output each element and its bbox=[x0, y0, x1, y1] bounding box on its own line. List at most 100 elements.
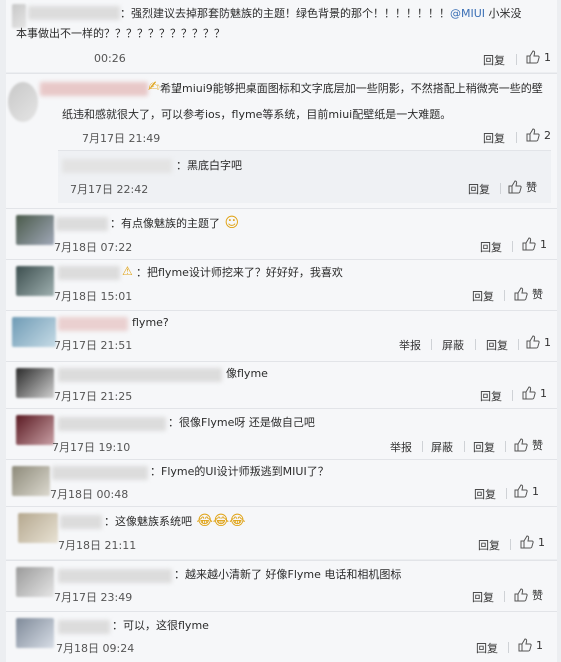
reply-button[interactable]: 回复 bbox=[472, 589, 494, 605]
weibo-comment-list: { "comments": [ { "text_prefix": "：强烈建议去… bbox=[0, 0, 561, 662]
reply-button[interactable]: 回复 bbox=[483, 52, 505, 68]
comment-time: 7月18日 00:48 bbox=[50, 488, 129, 501]
reply-button[interactable]: 回复 bbox=[472, 288, 494, 304]
separator bbox=[516, 132, 517, 143]
like-button[interactable]: 1 bbox=[514, 484, 540, 498]
comment-time: 00:26 bbox=[94, 52, 126, 65]
reply-button[interactable]: 回复 bbox=[480, 388, 502, 404]
reply-button[interactable]: 回复 bbox=[474, 486, 496, 502]
comment-time: 7月17日 21:49 bbox=[82, 132, 161, 145]
block-button[interactable]: 屏蔽 bbox=[442, 337, 464, 353]
comment-time: 7月17日 21:51 bbox=[54, 339, 133, 352]
thumbs-up-icon bbox=[518, 638, 532, 652]
comment-text-line2: 本事做出不一样的？？？？？？？？？？？ bbox=[16, 27, 225, 40]
thumbs-up-icon bbox=[522, 237, 536, 251]
like-button[interactable]: 赞 bbox=[508, 179, 537, 195]
avatar[interactable] bbox=[18, 513, 58, 543]
like-button[interactable]: 1 bbox=[518, 638, 544, 652]
comment-text: ：强烈建议去掉那套防魅族的主题！绿色背景的那个！！！！！！！@MIUI 小米没 bbox=[120, 7, 522, 20]
username[interactable] bbox=[58, 620, 110, 634]
username[interactable] bbox=[58, 569, 172, 583]
thumbs-up-icon bbox=[508, 180, 522, 194]
thumbs-up-icon bbox=[514, 438, 528, 452]
separator bbox=[464, 441, 465, 452]
username[interactable] bbox=[52, 466, 148, 480]
reply-button[interactable]: 回复 bbox=[486, 337, 508, 353]
smiling-emoji-icon: ☺ bbox=[220, 215, 240, 231]
comment-time: 7月17日 19:10 bbox=[52, 441, 131, 454]
username[interactable] bbox=[62, 159, 172, 173]
comment-row: ⚠ ：把flyme设计师挖来了？好好好，我喜欢 7月18日 15:01 回复 赞 bbox=[6, 259, 557, 310]
like-button[interactable]: 赞 bbox=[514, 286, 543, 302]
avatar[interactable] bbox=[12, 466, 50, 496]
username[interactable] bbox=[58, 317, 128, 331]
separator bbox=[504, 290, 505, 301]
username[interactable] bbox=[40, 82, 148, 96]
comment-text: ：越来越小清新了 好像Flyme 电话和相机图标 bbox=[174, 568, 402, 581]
comment-row: 像flyme 7月17日 21:25 回复 1 bbox=[6, 361, 557, 408]
like-button[interactable]: 1 bbox=[526, 50, 552, 64]
reply-button[interactable]: 回复 bbox=[480, 239, 502, 255]
comment-time: 7月17日 21:25 bbox=[54, 390, 133, 403]
comment-row: ：可以，这很flyme 7月18日 09:24 回复 1 bbox=[6, 611, 557, 662]
like-button[interactable]: 1 bbox=[522, 237, 548, 251]
reply-button[interactable]: 回复 bbox=[478, 537, 500, 553]
separator bbox=[475, 339, 476, 350]
flag-icon: ⚠ bbox=[122, 264, 133, 278]
comment-row: ：越来越小清新了 好像Flyme 电话和相机图标 7月17日 23:49 回复 … bbox=[6, 560, 557, 611]
mention-link[interactable]: @MIUI bbox=[450, 7, 485, 20]
comment-time: 7月18日 15:01 bbox=[54, 290, 133, 303]
reply-button[interactable]: 回复 bbox=[468, 181, 490, 197]
comment-text: ：这像魅族系统吧 😂😂😂 bbox=[104, 513, 246, 529]
comment-text: ：黑底白字吧 bbox=[176, 159, 242, 172]
comment-row: ：很像Flyme呀 还是做自己吧 7月17日 19:10 举报 屏蔽 回复 赞 bbox=[6, 408, 557, 459]
comment-row: ：这像魅族系统吧 😂😂😂 7月18日 21:11 回复 1 bbox=[6, 506, 557, 559]
reply-button[interactable]: 回复 bbox=[473, 439, 495, 455]
thumbs-up-icon bbox=[514, 588, 528, 602]
laughing-emoji-icon: 😂😂😂 bbox=[192, 513, 246, 529]
thumbs-up-icon bbox=[520, 535, 534, 549]
reply-button[interactable]: 回复 bbox=[476, 640, 498, 656]
username[interactable] bbox=[58, 266, 120, 280]
like-button[interactable]: 赞 bbox=[514, 437, 543, 453]
thumbs-up-icon bbox=[526, 128, 540, 142]
username[interactable] bbox=[58, 417, 166, 431]
like-button[interactable]: 1 bbox=[522, 386, 548, 400]
like-button[interactable]: 赞 bbox=[514, 587, 543, 603]
separator bbox=[512, 241, 513, 252]
like-button[interactable]: 1 bbox=[526, 335, 552, 349]
avatar[interactable] bbox=[16, 618, 54, 648]
avatar[interactable] bbox=[8, 82, 38, 122]
comment-time: 7月18日 21:11 bbox=[58, 539, 137, 552]
comment-text: ：可以，这很flyme bbox=[112, 619, 209, 632]
separator bbox=[506, 488, 507, 499]
username[interactable] bbox=[60, 515, 102, 529]
thumbs-up-icon bbox=[526, 50, 540, 64]
avatar[interactable] bbox=[16, 415, 54, 445]
username[interactable] bbox=[56, 217, 108, 231]
comment-time: 7月17日 22:42 bbox=[70, 183, 149, 196]
separator bbox=[516, 54, 517, 65]
comment-text: flyme? bbox=[132, 316, 169, 329]
reply-button[interactable]: 回复 bbox=[483, 130, 505, 146]
username[interactable] bbox=[28, 6, 120, 20]
comment-row: ：Flyme的UI设计师叛逃到MIUI了？ 7月18日 00:48 回复 1 bbox=[6, 459, 557, 506]
username[interactable] bbox=[58, 368, 222, 382]
report-button[interactable]: 举报 bbox=[390, 439, 412, 455]
pencil-emoji-icon: ✍ bbox=[148, 79, 160, 95]
thumbs-up-icon bbox=[522, 386, 536, 400]
block-button[interactable]: 屏蔽 bbox=[431, 439, 453, 455]
separator bbox=[500, 183, 501, 194]
avatar[interactable] bbox=[12, 4, 26, 28]
separator bbox=[504, 591, 505, 602]
avatar[interactable] bbox=[16, 266, 54, 296]
avatar[interactable] bbox=[12, 317, 56, 347]
report-button[interactable]: 举报 bbox=[399, 337, 421, 353]
comment-time: 7月17日 23:49 bbox=[54, 591, 133, 604]
avatar[interactable] bbox=[16, 215, 54, 245]
like-button[interactable]: 2 bbox=[526, 128, 552, 142]
comment-text: ：把flyme设计师挖来了？好好好，我喜欢 bbox=[136, 266, 343, 279]
avatar[interactable] bbox=[16, 567, 54, 597]
avatar[interactable] bbox=[16, 368, 54, 398]
like-button[interactable]: 1 bbox=[520, 535, 546, 549]
